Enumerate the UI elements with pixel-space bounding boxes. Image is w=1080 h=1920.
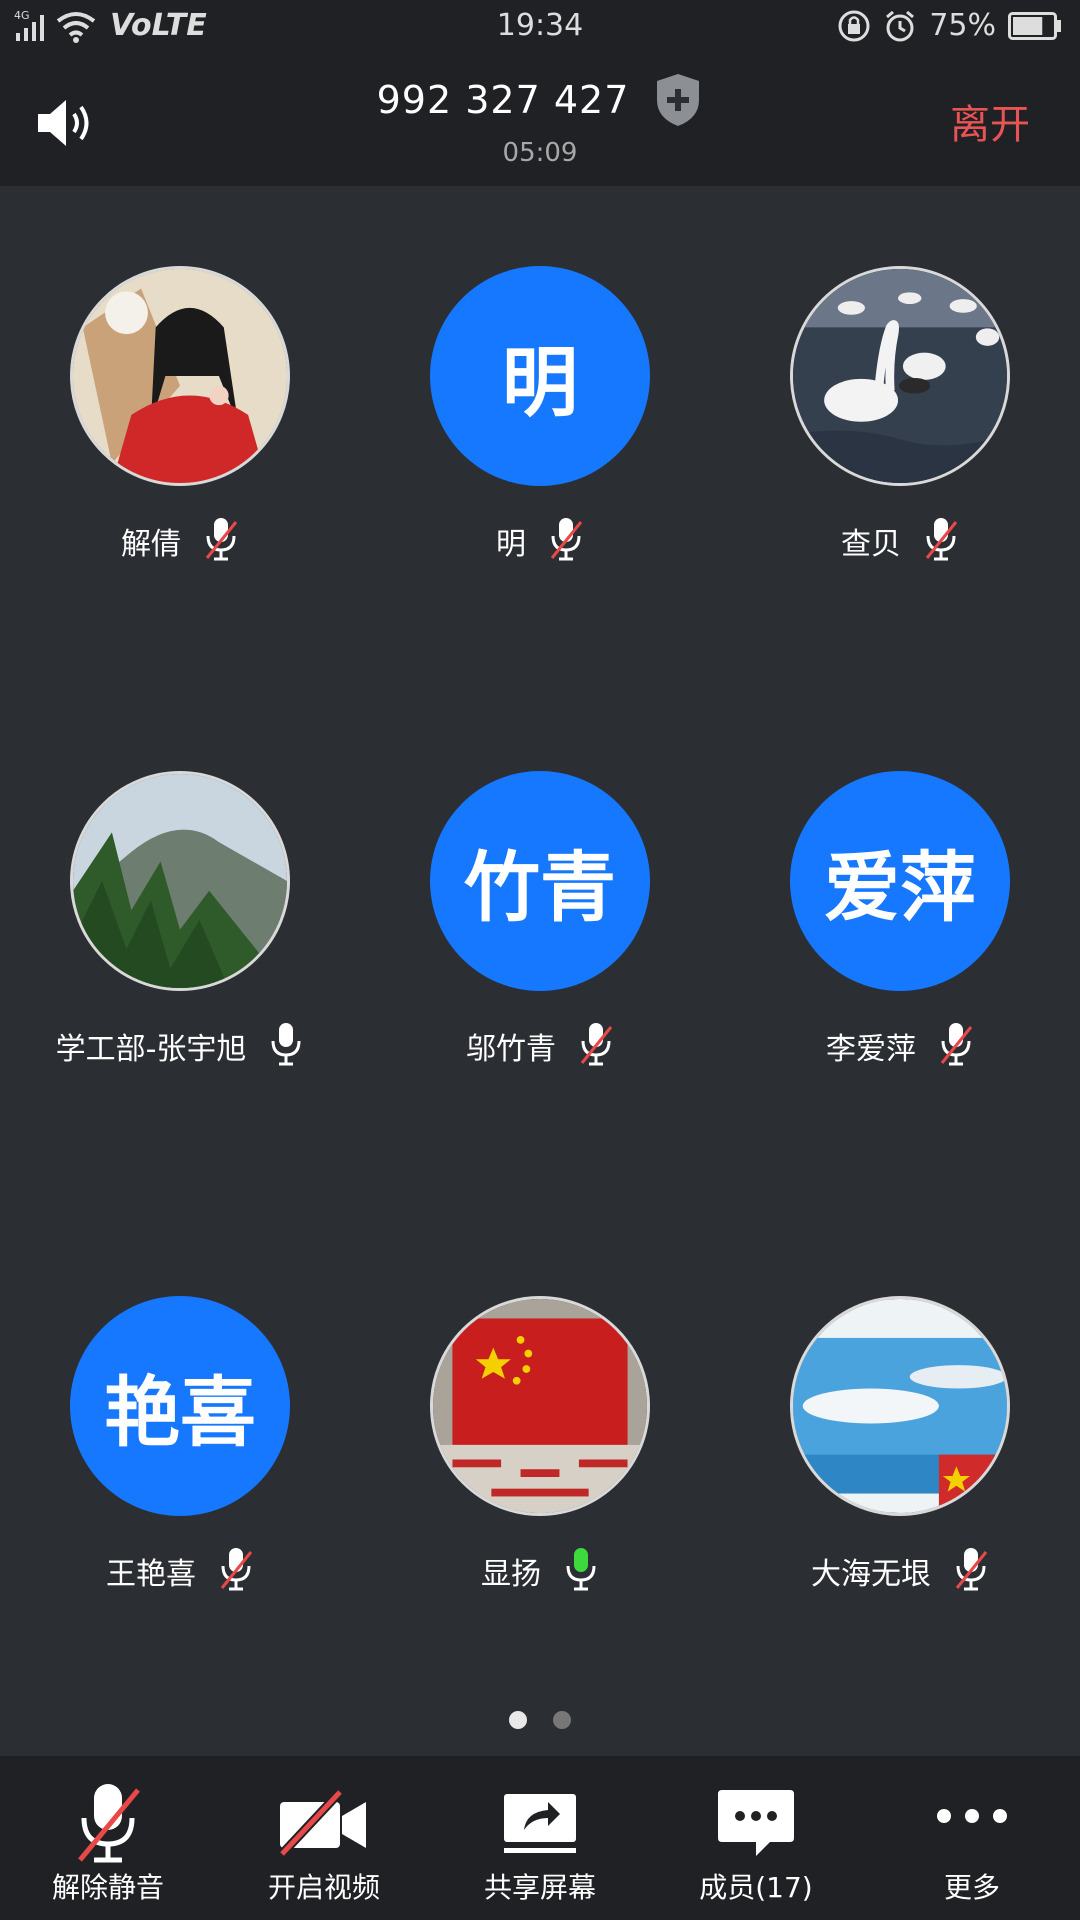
mic-on-icon <box>268 1021 304 1071</box>
participant-avatar <box>430 1296 650 1516</box>
more-dots-icon <box>937 1809 1007 1823</box>
members-button[interactable]: 成员(17) <box>648 1756 864 1920</box>
start-video-label: 开启视频 <box>267 1871 380 1904</box>
participant-tile[interactable]: 大海无垠 <box>720 1296 1080 1656</box>
rotation-lock-icon <box>838 10 870 41</box>
participant-name-row: 解倩 <box>0 516 360 566</box>
participant-name: 邬竹青 <box>466 1032 556 1067</box>
status-bar: 4G VoLTE 19:34 75% <box>0 0 1080 54</box>
mic-speaking-icon <box>563 1546 599 1596</box>
participant-name-row: 王艳喜 <box>0 1546 360 1596</box>
mic-muted-icon <box>578 1021 614 1071</box>
participant-avatar <box>70 771 290 991</box>
participant-avatar <box>70 266 290 486</box>
mic-muted-icon <box>953 1546 989 1596</box>
meeting-header: 992 327 427 05:09 离开 <box>0 54 1080 186</box>
more-label: 更多 <box>943 1871 1000 1904</box>
video-off-icon <box>278 1788 366 1858</box>
start-video-button[interactable]: 开启视频 <box>216 1756 432 1920</box>
participant-name: 王艳喜 <box>106 1557 196 1592</box>
page-dot[interactable] <box>509 1711 527 1729</box>
battery-percent: 75% <box>929 8 996 43</box>
participant-name: 大海无垠 <box>811 1557 931 1592</box>
mic-muted-icon <box>938 1021 974 1071</box>
mic-muted-icon <box>218 1546 254 1596</box>
bottom-toolbar: 解除静音 开启视频 共享屏幕 成员(17) 更多 <box>0 1756 1080 1920</box>
mic-muted-icon <box>923 516 959 566</box>
participant-tile[interactable]: 爱萍李爱萍 <box>720 771 1080 1131</box>
mic-muted-icon <box>203 516 239 566</box>
share-screen-label: 共享屏幕 <box>483 1871 596 1904</box>
page-dot[interactable] <box>553 1711 571 1729</box>
participant-name-row: 显扬 <box>360 1546 720 1596</box>
participant-grid: 解倩明明查贝 学工部-张宇旭 竹青 邬竹青 爱萍 李爱萍 艳喜 王艳喜 显扬 大海无垠 <box>0 186 1080 1756</box>
meeting-id: 992 327 427 <box>376 78 630 122</box>
participant-tile[interactable]: 解倩 <box>0 266 360 626</box>
unmute-label: 解除静音 <box>51 1871 164 1904</box>
page-indicator <box>0 1711 1080 1729</box>
participant-name: 显扬 <box>481 1557 541 1592</box>
participant-tile[interactable]: 竹青邬竹青 <box>360 771 720 1131</box>
status-right: 75% <box>837 8 1062 43</box>
participant-name: 查贝 <box>841 527 901 562</box>
participant-name: 学工部-张宇旭 <box>55 1032 247 1067</box>
participant-name-row: 明 <box>360 516 720 566</box>
participant-avatar <box>790 1296 1010 1516</box>
participant-avatar: 竹青 <box>430 771 650 991</box>
participant-avatar: 明 <box>430 266 650 486</box>
muted-mic-icon <box>78 1784 140 1863</box>
unmute-button[interactable]: 解除静音 <box>0 1756 216 1920</box>
participant-tile[interactable]: 显扬 <box>360 1296 720 1656</box>
participant-tile[interactable]: 学工部-张宇旭 <box>0 771 360 1131</box>
mic-muted-icon <box>548 516 584 566</box>
meeting-screen: 4G VoLTE 19:34 75% 992 327 427 05:09 离开 … <box>0 0 1080 1920</box>
chat-bubble-icon <box>718 1790 794 1856</box>
participant-name-row: 邬竹青 <box>360 1021 720 1071</box>
share-screen-icon <box>504 1794 576 1853</box>
shield-icon[interactable] <box>653 72 703 128</box>
participant-avatar: 艳喜 <box>70 1296 290 1516</box>
participant-name-row: 查贝 <box>720 516 1080 566</box>
members-label: 成员(17) <box>699 1871 813 1904</box>
share-screen-button[interactable]: 共享屏幕 <box>432 1756 648 1920</box>
more-button[interactable]: 更多 <box>864 1756 1080 1920</box>
participant-name-row: 李爱萍 <box>720 1021 1080 1071</box>
participant-name: 明 <box>496 527 526 562</box>
participant-avatar <box>790 266 1010 486</box>
meeting-id-row[interactable]: 992 327 427 <box>0 72 1080 128</box>
participant-name-row: 学工部-张宇旭 <box>0 1021 360 1071</box>
leave-button[interactable]: 离开 <box>950 92 1030 150</box>
participant-name: 解倩 <box>121 527 181 562</box>
battery-icon <box>1008 11 1061 40</box>
participant-avatar: 爱萍 <box>790 771 1010 991</box>
participant-tile[interactable]: 查贝 <box>720 266 1080 626</box>
participant-name-row: 大海无垠 <box>720 1546 1080 1596</box>
participant-name: 李爱萍 <box>826 1032 916 1067</box>
alarm-icon <box>886 10 915 41</box>
participant-tile[interactable]: 明明 <box>360 266 720 626</box>
meeting-duration: 05:09 <box>502 138 578 168</box>
participant-tile[interactable]: 艳喜王艳喜 <box>0 1296 360 1656</box>
